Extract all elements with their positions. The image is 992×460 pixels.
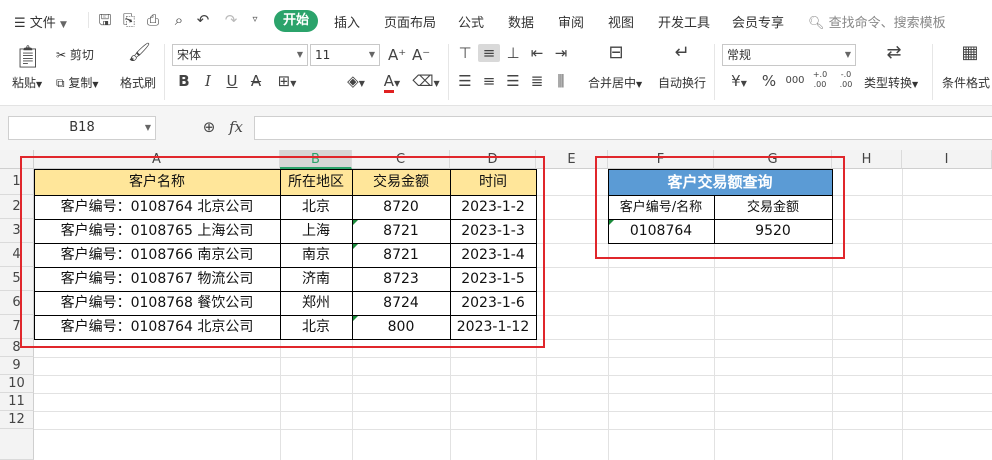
conditional-format-icon[interactable]: ▦ <box>958 44 982 62</box>
increase-font-icon[interactable]: A⁺ <box>388 46 406 64</box>
cut-button[interactable]: ✂ 剪切 <box>56 46 94 63</box>
fx-icon[interactable]: fx <box>226 118 246 136</box>
print-icon[interactable]: ⎙ <box>144 11 162 29</box>
justify-icon[interactable]: ≣ <box>528 72 546 90</box>
format-painter-button[interactable]: 格式刷 <box>120 74 156 91</box>
paste-button[interactable]: 粘贴▼ <box>12 74 42 91</box>
bold-icon[interactable]: B <box>176 72 192 90</box>
decrease-decimal-button[interactable]: -.0 .00 <box>836 70 856 90</box>
font-size-value: 11 <box>315 48 331 62</box>
row-header-12[interactable]: 12 <box>0 411 34 429</box>
paste-label: 粘贴 <box>12 76 37 90</box>
align-left-icon[interactable]: ☰ <box>456 72 474 90</box>
italic-icon[interactable]: I <box>200 72 216 90</box>
distributed-icon[interactable]: ⫼ <box>552 72 570 90</box>
export-pdf-icon[interactable]: ⎘ <box>120 11 138 29</box>
decrease-indent-icon[interactable]: ⇤ <box>528 44 546 62</box>
chevron-down-icon: ▼ <box>368 50 375 59</box>
chevron-down-icon: ▼ <box>296 50 303 59</box>
search-icon: 🔍︎ <box>808 16 825 31</box>
tab-page-layout[interactable]: 页面布局 <box>384 12 436 31</box>
chevron-down-icon: ▼ <box>844 50 851 59</box>
font-color-icon[interactable]: A▼ <box>378 72 406 93</box>
customize-quick-access-icon[interactable]: ▿ <box>246 11 264 29</box>
percent-button[interactable]: % <box>760 72 778 90</box>
fill-color-icon[interactable]: ◈▼ <box>342 72 370 93</box>
thousands-button[interactable]: 000 <box>784 72 806 90</box>
type-convert-icon[interactable]: ⇄ <box>882 44 906 62</box>
increase-decimal-button[interactable]: +.0 .00 <box>810 70 830 90</box>
font-name-select[interactable]: 宋体 ▼ <box>172 44 308 66</box>
spreadsheet-grid: A B C D E F G H I 1 2 3 4 5 6 7 8 9 10 1… <box>0 150 992 460</box>
increase-indent-icon[interactable]: ⇥ <box>552 44 570 62</box>
tab-view[interactable]: 视图 <box>608 12 634 31</box>
type-convert-label: 类型转换 <box>864 76 913 90</box>
hamburger-icon: ☰ <box>14 16 26 31</box>
tab-formulas[interactable]: 公式 <box>458 12 484 31</box>
tab-member[interactable]: 会员专享 <box>732 12 784 31</box>
copy-button[interactable]: ⧉ 复制▼ <box>56 74 99 91</box>
border-icon[interactable]: ⊞▼ <box>274 72 300 93</box>
wrap-text-icon[interactable]: ↵ <box>670 44 694 62</box>
copy-icon: ⧉ <box>56 76 65 90</box>
row-header-10[interactable]: 10 <box>0 375 34 393</box>
merge-cells-icon[interactable]: ⊟ <box>604 44 628 62</box>
name-box[interactable]: B18 ▼ <box>8 116 156 140</box>
ribbon-toolbar: 📋︎ 粘贴▼ ✂ 剪切 ⧉ 复制▼ 🖌︎ 格式刷 宋体 ▼ 11 ▼ A⁺ A⁻ B… <box>0 40 992 106</box>
chevron-down-icon: ▼ <box>59 20 67 30</box>
tab-data[interactable]: 数据 <box>508 12 534 31</box>
align-bottom-icon[interactable]: ⊥ <box>504 44 522 62</box>
cut-label: 剪切 <box>69 48 94 62</box>
decrease-font-icon[interactable]: A⁻ <box>412 46 430 64</box>
number-format-select[interactable]: 常规 ▼ <box>722 44 856 66</box>
tab-insert[interactable]: 插入 <box>334 12 360 31</box>
column-header-i[interactable]: I <box>902 150 992 169</box>
row-header-13[interactable] <box>0 429 34 460</box>
font-size-select[interactable]: 11 ▼ <box>310 44 380 66</box>
conditional-format-button[interactable]: 条件格式 <box>942 74 990 91</box>
font-name-value: 宋体 <box>177 48 202 62</box>
row-header-9[interactable]: 9 <box>0 357 34 375</box>
command-search-placeholder: 查找命令、搜索模板 <box>828 16 946 31</box>
formula-input[interactable] <box>254 116 992 140</box>
row-header-11[interactable]: 11 <box>0 393 34 411</box>
merge-center-button[interactable]: 合并居中▼ <box>588 74 642 91</box>
formula-bar: B18 ▼ ⊕ fx <box>0 106 992 150</box>
align-middle-icon[interactable]: ≡ <box>478 44 500 62</box>
chevron-down-icon: ▼ <box>144 123 151 132</box>
format-painter-icon[interactable]: 🖌︎ <box>128 44 151 68</box>
tab-developer[interactable]: 开发工具 <box>658 12 710 31</box>
clear-format-icon[interactable]: ⌫▼ <box>412 72 440 93</box>
wrap-text-button[interactable]: 自动换行 <box>658 74 706 91</box>
tab-home[interactable]: 开始 <box>274 10 318 32</box>
file-menu-label: 文件 <box>29 16 56 31</box>
merge-center-label: 合并居中 <box>588 76 637 90</box>
align-center-icon[interactable]: ≡ <box>480 72 498 90</box>
undo-icon[interactable]: ↶ <box>194 11 212 29</box>
name-box-value: B18 <box>69 120 95 135</box>
align-right-icon[interactable]: ☰ <box>504 72 522 90</box>
strikethrough-icon[interactable]: A <box>248 72 264 90</box>
command-search[interactable]: 🔍︎ 查找命令、搜索模板 <box>808 12 946 31</box>
align-top-icon[interactable]: ⊤ <box>456 44 474 62</box>
menu-bar: ☰ 文件 ▼ 🖫 ⎘ ⎙ ⌕ ↶ ↷ ▿ 开始 插入 页面布局 公式 数据 审阅… <box>0 0 992 40</box>
file-menu[interactable]: ☰ 文件 ▼ <box>14 12 67 31</box>
type-convert-button[interactable]: 类型转换▼ <box>864 74 918 91</box>
annotation-box-main-table <box>20 156 545 348</box>
paste-icon[interactable]: 📋︎ <box>14 44 42 72</box>
underline-icon[interactable]: U <box>224 72 240 90</box>
tab-review[interactable]: 审阅 <box>558 12 584 31</box>
copy-label: 复制 <box>68 76 93 90</box>
currency-icon[interactable]: ¥▼ <box>726 72 752 93</box>
print-preview-icon[interactable]: ⌕ <box>170 11 188 29</box>
annotation-box-lookup <box>595 156 845 259</box>
redo-icon[interactable]: ↷ <box>222 11 240 29</box>
save-icon[interactable]: 🖫 <box>96 11 114 29</box>
number-format-value: 常规 <box>727 48 752 62</box>
scissors-icon: ✂ <box>56 48 67 62</box>
zoom-icon[interactable]: ⊕ <box>200 118 218 136</box>
